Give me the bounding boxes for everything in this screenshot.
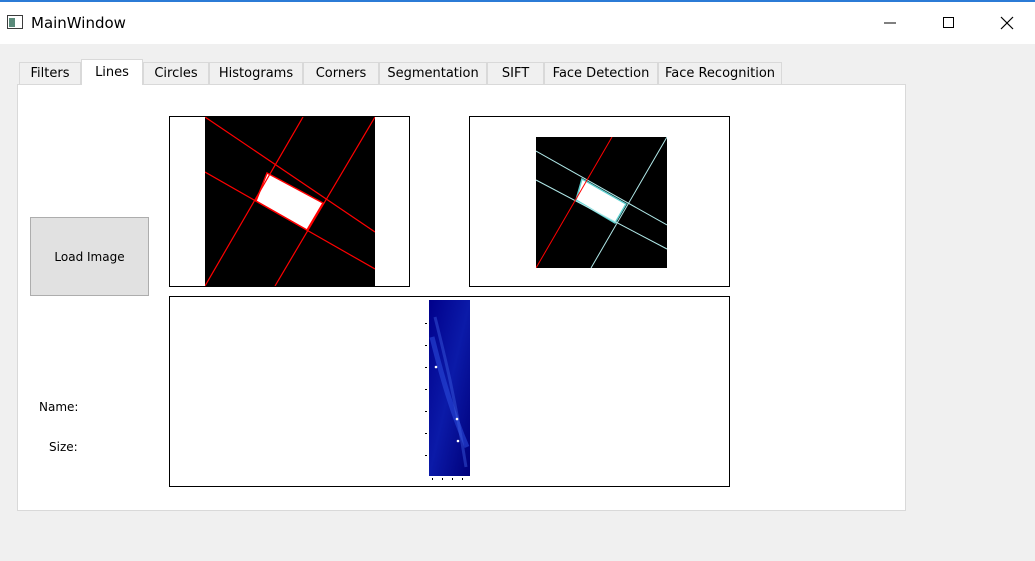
tab-segmentation[interactable]: Segmentation [379,62,487,84]
maximize-button[interactable] [925,8,971,38]
tab-sift[interactable]: SIFT [487,62,544,84]
app-window-icon [7,15,23,29]
hough-accumulator-plot [425,300,470,480]
minimize-button[interactable] [867,8,913,38]
output-image-with-lines [536,137,667,268]
maximize-icon [943,17,954,28]
input-image-with-lines [205,117,375,286]
tab-histograms[interactable]: Histograms [209,62,303,84]
tab-face-detection[interactable]: Face Detection [544,62,658,84]
minimize-icon [884,22,896,24]
title-bar: MainWindow [0,0,1035,44]
load-image-button[interactable]: Load Image [30,217,149,296]
close-button[interactable] [984,8,1030,38]
tab-corners[interactable]: Corners [303,62,379,84]
image-size-label: Size: [49,440,78,454]
tab-face-recognition[interactable]: Face Recognition [658,62,782,84]
tab-circles[interactable]: Circles [143,62,209,84]
tab-filters[interactable]: Filters [19,62,81,84]
window-title: MainWindow [31,14,126,32]
detected-lines-view [469,116,730,287]
image-name-label: Name: [39,400,79,414]
hough-space-view [169,296,730,487]
close-icon [1000,16,1014,30]
tab-lines[interactable]: Lines [81,59,143,85]
input-image-view [169,116,410,287]
